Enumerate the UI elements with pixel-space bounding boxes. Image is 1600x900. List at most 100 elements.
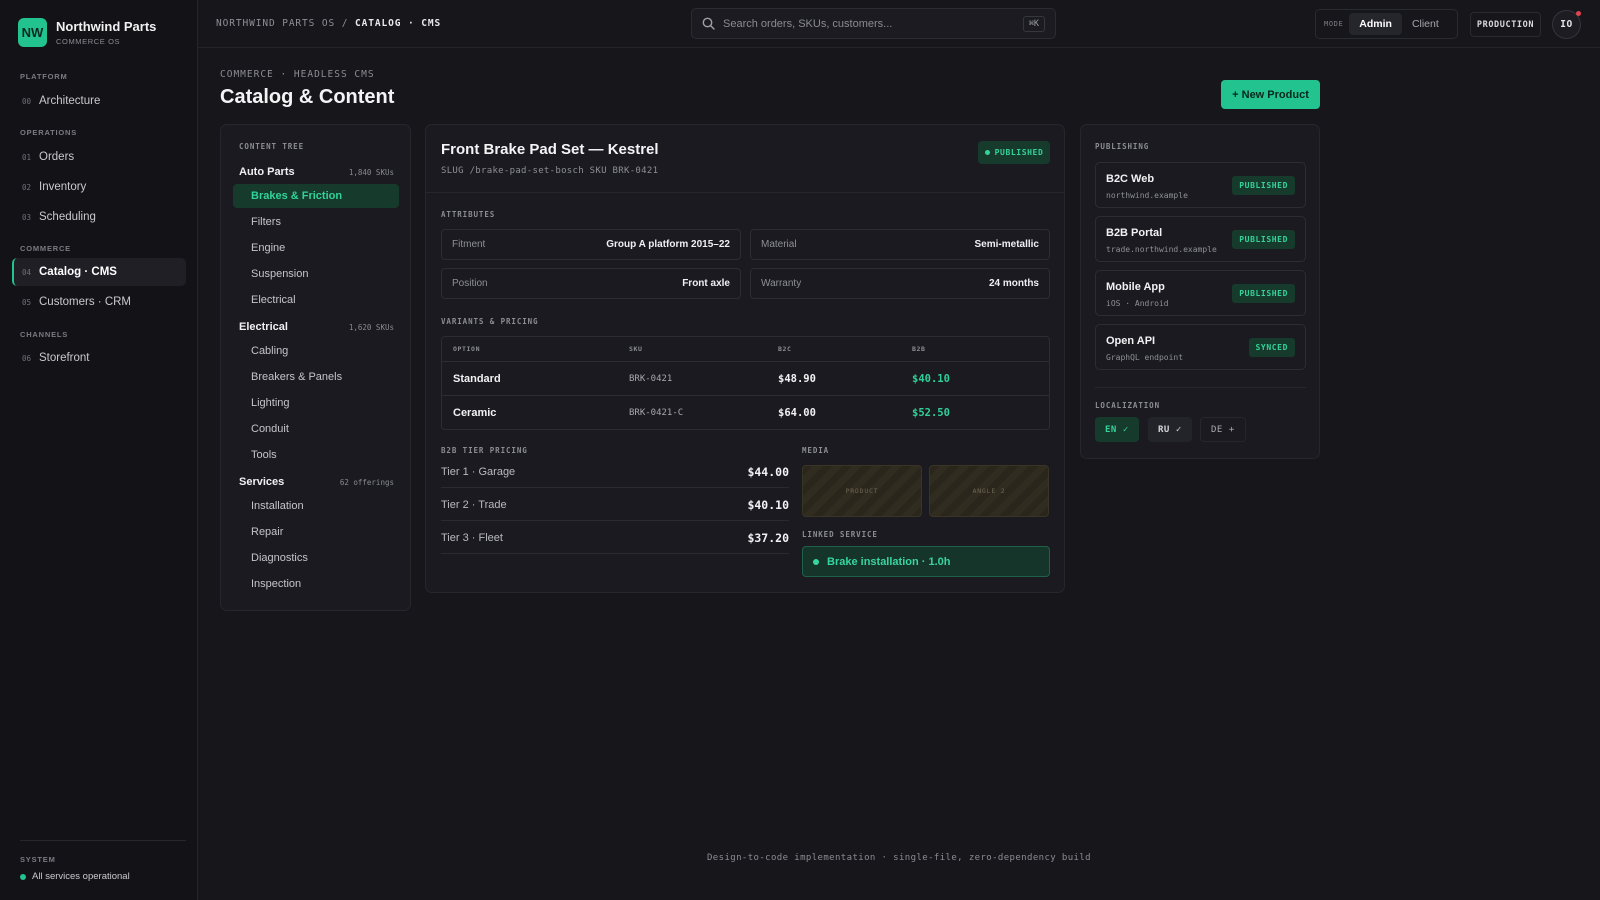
tier-pricing-label: B2B TIER PRICING <box>441 446 528 455</box>
locale-code: DE <box>1211 424 1223 435</box>
tree-item-suspension[interactable]: Suspension <box>233 262 399 286</box>
attribute-key: Position <box>452 278 488 289</box>
attribute-warranty[interactable]: Warranty 24 months <box>750 268 1050 299</box>
tree-item-brakes-friction[interactable]: Brakes & Friction <box>233 184 399 208</box>
mode-client-button[interactable]: Client <box>1402 13 1449 35</box>
tree-item-breakers-panels[interactable]: Breakers & Panels <box>233 365 399 389</box>
tier-name: Tier 3 · Fleet <box>441 531 503 544</box>
attribute-position[interactable]: Position Front axle <box>441 268 741 299</box>
nav-item-storefront[interactable]: 06 Storefront <box>12 344 186 372</box>
channel-b2b-portal[interactable]: B2B Portal trade.northwind.example PUBLI… <box>1095 216 1306 262</box>
channel-subtitle: GraphQL endpoint <box>1106 353 1184 362</box>
attribute-fitment[interactable]: Fitment Group A platform 2015–22 <box>441 229 741 260</box>
tree-group-services[interactable]: Services 62 offerings <box>239 476 394 488</box>
nav-item-architecture[interactable]: 00 Architecture <box>12 87 186 115</box>
nav-item-label: Storefront <box>39 352 90 364</box>
tier-row[interactable]: Tier 3 · Fleet $37.20 <box>441 522 789 554</box>
nav-item-catalog-cms[interactable]: 04 Catalog · CMS <box>12 258 186 286</box>
status-badge: PUBLISHED <box>1232 230 1295 249</box>
variant-b2b-price: $52.50 <box>912 407 950 419</box>
search-icon <box>702 17 715 30</box>
attribute-value: Group A platform 2015–22 <box>606 239 730 250</box>
mode-admin-button[interactable]: Admin <box>1349 13 1402 35</box>
mode-label: MODE <box>1324 20 1344 28</box>
nav-item-customers-crm[interactable]: 05 Customers · CRM <box>12 288 186 316</box>
tier-row[interactable]: Tier 1 · Garage $44.00 <box>441 456 789 488</box>
brand-logo: NW <box>18 18 47 47</box>
tree-item-tools[interactable]: Tools <box>233 443 399 467</box>
nav-section-operations: OPERATIONS <box>20 128 78 137</box>
new-product-button[interactable]: + New Product <box>1221 80 1320 109</box>
tree-item-electrical[interactable]: Electrical <box>233 288 399 312</box>
publishing-label: PUBLISHING <box>1095 142 1150 151</box>
notification-dot-icon <box>1576 11 1581 16</box>
table-header: OPTION SKU B2C B2B <box>442 337 1049 362</box>
nav-item-label: Orders <box>39 151 75 163</box>
tree-group-label: Electrical <box>239 321 288 333</box>
tree-item-installation[interactable]: Installation <box>233 494 399 518</box>
status-badge: PUBLISHED <box>1232 176 1295 195</box>
column-header-sku: SKU <box>629 345 643 353</box>
breadcrumb-root[interactable]: NORTHWIND PARTS OS <box>216 18 335 29</box>
nav-item-label: Inventory <box>39 181 87 193</box>
tree-item-conduit[interactable]: Conduit <box>233 417 399 441</box>
column-header-b2c: B2C <box>778 345 792 353</box>
locale-code: RU <box>1158 424 1170 435</box>
table-row[interactable]: Ceramic BRK-0421-C $64.00 $52.50 <box>442 396 1049 429</box>
tree-item-inspection[interactable]: Inspection <box>233 572 399 596</box>
tree-item-engine[interactable]: Engine <box>233 236 399 260</box>
content-tree: CONTENT TREE Auto Parts 1,840 SKUs Brake… <box>220 124 411 611</box>
system-status: All services operational <box>20 871 130 882</box>
search-bar[interactable]: ⌘K <box>691 8 1056 39</box>
nav-item-number: 01 <box>22 152 32 162</box>
locale-en-chip[interactable]: EN ✓ <box>1095 417 1139 442</box>
nav-item-scheduling[interactable]: 03 Scheduling <box>12 203 186 231</box>
nav-item-number: 06 <box>22 353 32 363</box>
status-badge: PUBLISHED <box>978 141 1050 164</box>
tier-price: $40.10 <box>747 497 789 512</box>
tree-item-cabling[interactable]: Cabling <box>233 339 399 363</box>
attribute-key: Warranty <box>761 278 802 289</box>
tree-group-label: Services <box>239 476 285 488</box>
system-status-text: All services operational <box>32 871 130 882</box>
tier-name: Tier 1 · Garage <box>441 465 516 478</box>
linked-service-chip[interactable]: Brake installation · 1.0h <box>802 546 1050 577</box>
nav-item-orders[interactable]: 01 Orders <box>12 143 186 171</box>
variant-option: Ceramic <box>453 407 497 419</box>
column-header-b2b: B2B <box>912 345 926 353</box>
channel-open-api[interactable]: Open API GraphQL endpoint SYNCED <box>1095 324 1306 370</box>
attribute-value: Semi-metallic <box>974 239 1039 250</box>
tree-group-label: Auto Parts <box>239 166 295 178</box>
tree-item-filters[interactable]: Filters <box>233 210 399 234</box>
brand-subtitle: COMMERCE OS <box>56 37 121 46</box>
tree-item-diagnostics[interactable]: Diagnostics <box>233 546 399 570</box>
tree-group-electrical[interactable]: Electrical 1,620 SKUs <box>239 321 394 333</box>
tree-item-lighting[interactable]: Lighting <box>233 391 399 415</box>
tree-group-count: 1,620 SKUs <box>348 322 394 332</box>
nav-item-label: Customers · CRM <box>39 296 132 308</box>
locale-ru-chip[interactable]: RU ✓ <box>1148 417 1192 442</box>
page-eyebrow: COMMERCE · HEADLESS CMS <box>220 69 375 80</box>
sidebar: NW Northwind Parts COMMERCE OS PLATFORM … <box>0 0 198 900</box>
channel-name: Mobile App <box>1106 281 1165 293</box>
product-detail: Front Brake Pad Set — Kestrel SLUG /brak… <box>425 124 1065 593</box>
tree-group-count: 1,840 SKUs <box>348 167 394 177</box>
table-row[interactable]: Standard BRK-0421 $48.90 $40.10 <box>442 362 1049 396</box>
mode-switch: MODE Admin Client <box>1315 9 1458 39</box>
environment-badge[interactable]: PRODUCTION <box>1470 12 1541 37</box>
tier-row[interactable]: Tier 2 · Trade $40.10 <box>441 489 789 521</box>
attribute-material[interactable]: Material Semi-metallic <box>750 229 1050 260</box>
variant-b2c-price: $48.90 <box>778 372 816 385</box>
media-thumbnail-angle-2[interactable]: ANGLE 2 <box>929 465 1049 517</box>
locale-de-chip[interactable]: DE + <box>1200 417 1246 442</box>
channel-b2c-web[interactable]: B2C Web northwind.example PUBLISHED <box>1095 162 1306 208</box>
channel-mobile-app[interactable]: Mobile App iOS · Android PUBLISHED <box>1095 270 1306 316</box>
tier-price: $37.20 <box>747 530 789 545</box>
brand[interactable]: NW Northwind Parts COMMERCE OS <box>18 18 156 47</box>
search-shortcut: ⌘K <box>1022 15 1045 32</box>
tree-item-repair[interactable]: Repair <box>233 520 399 544</box>
media-thumbnail-product[interactable]: PRODUCT <box>802 465 922 517</box>
tree-group-auto-parts[interactable]: Auto Parts 1,840 SKUs <box>239 166 394 178</box>
nav-item-inventory[interactable]: 02 Inventory <box>12 173 186 201</box>
search-input[interactable] <box>723 17 1015 30</box>
